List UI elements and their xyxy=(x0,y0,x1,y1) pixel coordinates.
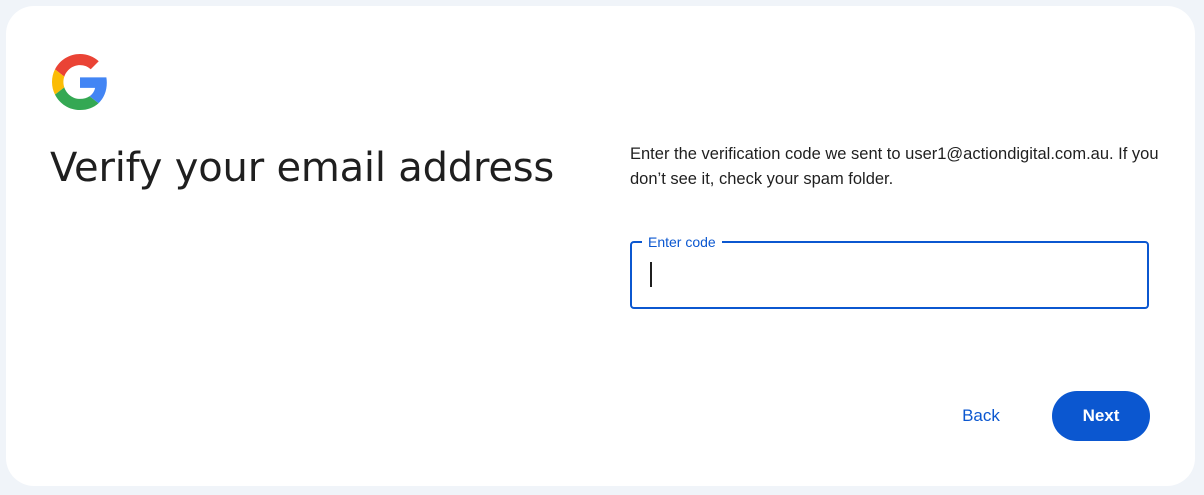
page-title: Verify your email address xyxy=(50,145,555,191)
verification-instructions: Enter the verification code we sent to u… xyxy=(630,145,1159,188)
back-button[interactable]: Back xyxy=(943,392,1019,440)
verification-card: Verify your email address Enter the veri… xyxy=(6,6,1195,486)
code-field[interactable]: Enter code xyxy=(630,233,1149,309)
next-button[interactable]: Next xyxy=(1052,391,1150,441)
google-logo-icon xyxy=(52,54,107,110)
code-input[interactable] xyxy=(646,259,1126,291)
text-cursor xyxy=(650,262,652,287)
code-field-label: Enter code xyxy=(642,233,722,251)
